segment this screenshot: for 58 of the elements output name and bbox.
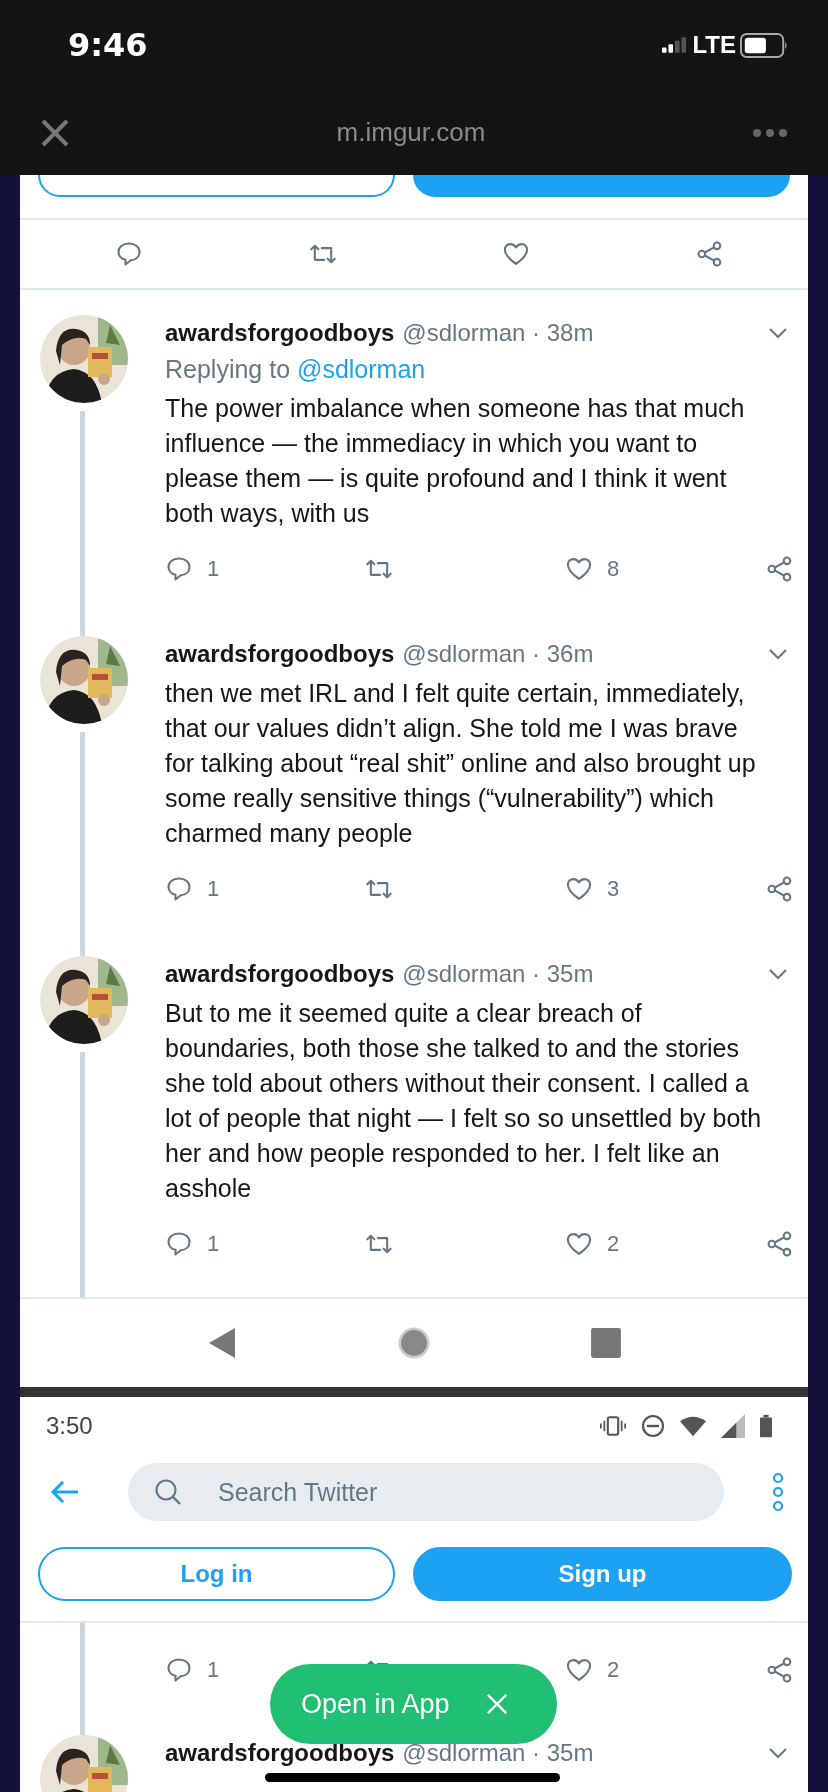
reply-icon[interactable] [165,875,193,903]
reply-context: Replying to @sdlorman [165,354,427,385]
like-count: 8 [607,556,620,582]
handle-time: @sdlorman · 36m [402,640,595,668]
share-icon[interactable] [766,1230,794,1258]
page-url: m.imgur.com [336,117,486,148]
author-name[interactable]: awardsforgoodboys [165,319,395,347]
heart-icon[interactable] [502,240,531,268]
chevron-down-icon[interactable] [768,648,788,660]
handle-time: @sdlorman · 35m [402,960,595,988]
tweet-text: But to me it seemed quite a clear breach of boundaries, both those she talked to and the stories she told about others without their consent. I called a lot of people that night — I felt so so unsettled by both her and how people responded to her. I felt like an asshole [165,998,763,1204]
tweet-text: then we met IRL and I felt quite certain, immediately, that our values didn’t align. She told me I was brave for talking about “real shit” online and also brought up some really sensitive things (“vulnerability”) which charmed many people [165,678,757,849]
tweet-text: The power imbalance when someone has that much influence — the immediacy in which you want to please them — is quite profound and I think it went both ways, with us [165,393,746,529]
close-icon[interactable] [40,117,70,148]
heart-icon[interactable] [565,555,593,583]
battery-icon [760,1414,772,1438]
search-field[interactable]: Search Twitter [128,1463,724,1521]
share-icon[interactable] [766,555,794,583]
signal-icon [662,36,689,54]
handle-time: @sdlorman · 38m [402,319,595,347]
reply-icon[interactable] [115,240,143,268]
more-icon[interactable] [752,127,788,138]
reply-count: 1 [207,876,220,902]
login-button[interactable] [38,175,395,197]
heart-icon[interactable] [565,875,593,903]
like-count: 2 [607,1657,620,1683]
do-not-disturb-icon [640,1414,666,1438]
heart-icon[interactable] [565,1230,593,1258]
reply-count: 1 [207,556,220,582]
reply-count: 1 [207,1657,220,1683]
chevron-down-icon[interactable] [768,968,788,980]
wifi-icon [680,1414,706,1438]
back-arrow-icon[interactable] [50,1480,80,1504]
signal-icon [720,1414,746,1438]
network-label: LTE [692,31,736,59]
author-name[interactable]: awardsforgoodboys [165,640,395,668]
chevron-down-icon[interactable] [768,1747,788,1759]
status-time: 3:50 [46,1412,93,1440]
reply-count: 1 [207,1231,220,1257]
author-name[interactable]: awardsforgoodboys [165,960,395,988]
vibrate-icon [600,1414,626,1438]
heart-icon[interactable] [565,1656,593,1684]
reply-icon[interactable] [165,1656,193,1684]
home-icon[interactable] [398,1326,430,1360]
like-count: 2 [607,1231,620,1257]
reply-icon[interactable] [165,1230,193,1258]
status-time: 9:46 [68,26,148,64]
search-icon [154,1478,182,1506]
chevron-down-icon[interactable] [768,327,788,339]
more-icon[interactable] [772,1472,784,1512]
reply-icon[interactable] [165,555,193,583]
signup-button[interactable] [412,175,790,197]
share-icon[interactable] [766,875,794,903]
recents-icon[interactable] [590,1326,622,1360]
battery-icon [740,32,788,58]
share-icon[interactable] [696,240,724,268]
share-icon[interactable] [766,1656,794,1684]
like-count: 3 [607,876,620,902]
